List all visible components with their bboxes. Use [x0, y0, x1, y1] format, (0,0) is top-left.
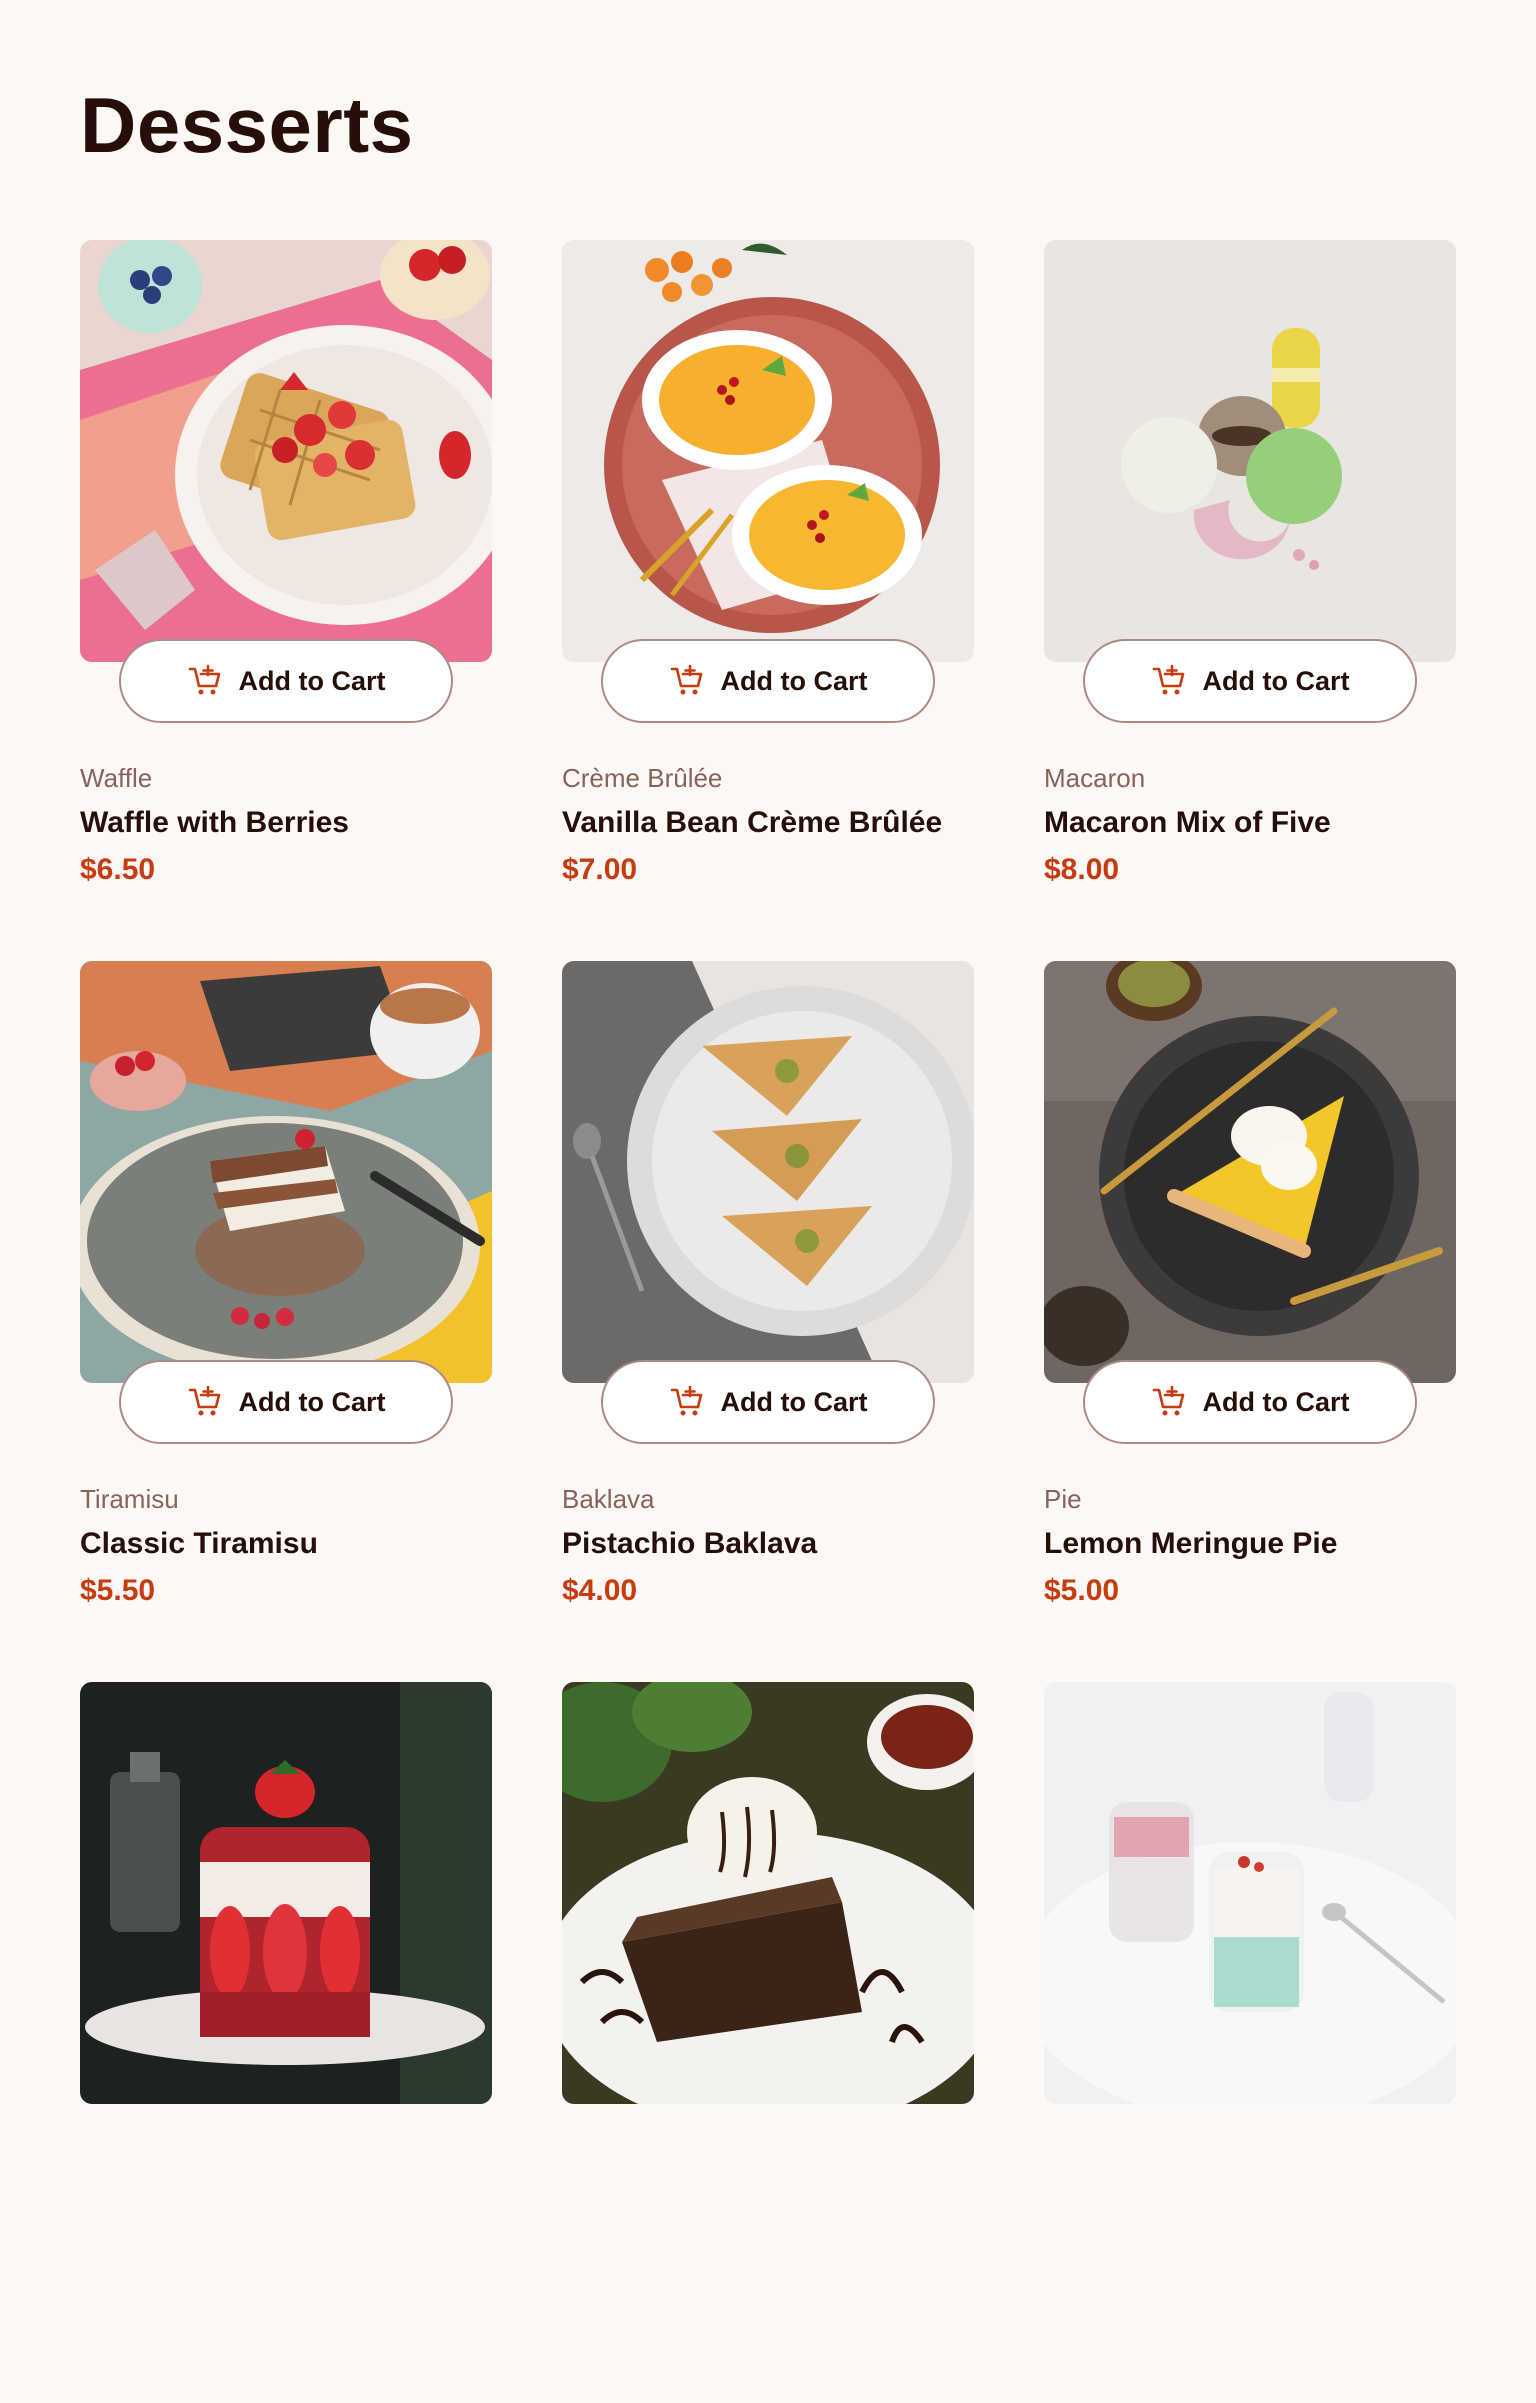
add-to-cart-button[interactable]: Add to Cart [601, 1360, 935, 1444]
macaron-photo [1044, 240, 1456, 662]
baklava-image[interactable] [562, 961, 974, 1383]
product-name: Vanilla Bean Crème Brûlée [562, 806, 943, 839]
cart-plus-icon [670, 1385, 702, 1416]
cart-plus-icon [1152, 664, 1184, 695]
brownie-photo [562, 1682, 974, 2104]
add-to-cart-label: Add to Cart [1202, 665, 1350, 696]
add-to-cart-button[interactable]: Add to Cart [119, 1360, 453, 1444]
product-category: Crème Brûlée [562, 763, 723, 793]
tiramisu-image[interactable] [80, 961, 492, 1383]
product-category: Baklava [562, 1484, 655, 1514]
brownie-image[interactable] [562, 1682, 974, 2104]
waffle-photo [80, 240, 492, 662]
creme-brulee-photo [562, 240, 974, 662]
macaron-image[interactable] [1044, 240, 1456, 662]
product-card [1044, 1682, 1456, 2403]
creme-brulee-image[interactable] [562, 240, 974, 662]
product-price: $8.00 [1044, 853, 1120, 886]
product-price: $4.00 [562, 1574, 638, 1607]
product-name: Classic Tiramisu [80, 1527, 318, 1560]
waffle-image[interactable] [80, 240, 492, 662]
product-card: Add to Cart Baklava Pistachio Baklava $4… [562, 961, 974, 1682]
panna-cotta-photo [1044, 1682, 1456, 2104]
add-to-cart-button[interactable]: Add to Cart [119, 639, 453, 723]
cart-plus-icon [670, 664, 702, 695]
baklava-photo [562, 961, 974, 1383]
pie-photo [1044, 961, 1456, 1383]
add-to-cart-label: Add to Cart [720, 1386, 868, 1417]
product-list-page: Desserts Add to Cart Waffle Waffle with … [0, 0, 1536, 2104]
cart-plus-icon [188, 664, 220, 695]
product-price: $7.00 [562, 853, 638, 886]
product-name: Pistachio Baklava [562, 1527, 818, 1560]
product-card: Add to Cart Crème Brûlée Vanilla Bean Cr… [562, 240, 974, 961]
product-price: $6.50 [80, 853, 156, 886]
product-card [80, 1682, 492, 2403]
add-to-cart-button[interactable]: Add to Cart [601, 639, 935, 723]
product-card: Add to Cart Pie Lemon Meringue Pie $5.00 [1044, 961, 1456, 1682]
product-category: Macaron [1044, 763, 1146, 793]
pie-image[interactable] [1044, 961, 1456, 1383]
product-name: Lemon Meringue Pie [1044, 1527, 1338, 1560]
page-title: Desserts [80, 81, 414, 169]
cart-plus-icon [1152, 1385, 1184, 1416]
product-card: Add to Cart Waffle Waffle with Berries $… [80, 240, 492, 961]
panna-cotta-image[interactable] [1044, 1682, 1456, 2104]
product-price: $5.50 [80, 1574, 156, 1607]
add-to-cart-label: Add to Cart [238, 665, 386, 696]
product-card: Add to Cart Tiramisu Classic Tiramisu $5… [80, 961, 492, 1682]
product-category: Tiramisu [80, 1484, 179, 1514]
red-velvet-cake-image[interactable] [80, 1682, 492, 2104]
product-name: Waffle with Berries [80, 806, 349, 839]
add-to-cart-label: Add to Cart [1202, 1386, 1350, 1417]
product-category: Pie [1044, 1484, 1082, 1514]
cart-plus-icon [188, 1385, 220, 1416]
product-grid: Add to Cart Waffle Waffle with Berries $… [80, 240, 1456, 2403]
product-card [562, 1682, 974, 2403]
add-to-cart-button[interactable]: Add to Cart [1083, 639, 1417, 723]
add-to-cart-label: Add to Cart [238, 1386, 386, 1417]
product-name: Macaron Mix of Five [1044, 806, 1331, 839]
tiramisu-photo [80, 961, 492, 1383]
product-category: Waffle [80, 763, 153, 793]
product-price: $5.00 [1044, 1574, 1120, 1607]
red-velvet-cake-photo [80, 1682, 492, 2104]
add-to-cart-button[interactable]: Add to Cart [1083, 1360, 1417, 1444]
add-to-cart-label: Add to Cart [720, 665, 868, 696]
product-card: Add to Cart Macaron Macaron Mix of Five … [1044, 240, 1456, 961]
